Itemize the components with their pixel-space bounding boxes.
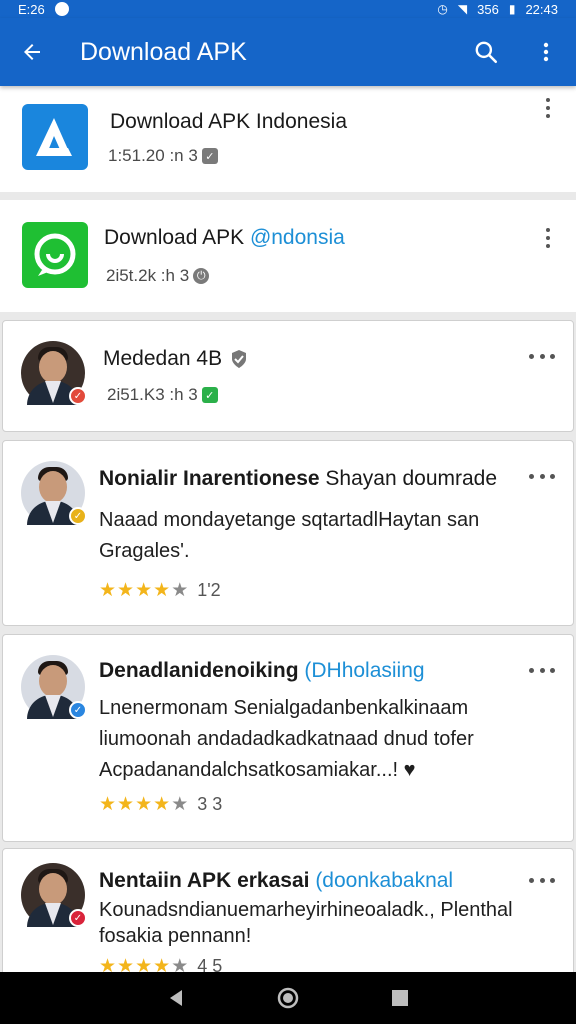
star-icon: ★ — [99, 794, 117, 815]
notification-icon — [54, 2, 69, 16]
app-meta-text: 2i5t.2k :h 3 — [106, 266, 190, 285]
star-icon: ★ — [117, 580, 135, 601]
signal-text: 356 — [477, 1, 499, 17]
review-text: Lnenermonam Senialgadanbenkalkinaam lium… — [99, 697, 474, 781]
review-text: Kounadsndianuemarheyirhineoaladk., Plent… — [99, 899, 513, 947]
status-bar: E:26 ◷ ◥ 356 ▮ 22:43 — [0, 0, 576, 18]
star-icon: ★ — [153, 580, 171, 601]
status-time-right: 22:43 — [525, 1, 558, 17]
more-horiz-button[interactable] — [529, 471, 555, 481]
status-time-left: E:26 — [18, 1, 45, 17]
back-button[interactable] — [0, 18, 64, 86]
chat-app-icon — [22, 222, 88, 288]
profile-card[interactable]: ✓ Mededan 4B 2i51.K3 :h 3 ✓ — [2, 320, 574, 432]
app-meta: 1:51.20 :n 3 ✓ — [108, 146, 218, 166]
more-horiz-button[interactable] — [529, 351, 555, 361]
check-box-icon: ✓ — [201, 148, 218, 164]
rating-count: 3 3 — [197, 794, 223, 814]
verified-badge-icon: ✓ — [69, 701, 87, 719]
verified-badge-icon: ✓ — [69, 909, 87, 927]
star-empty-icon: ★ — [171, 580, 189, 601]
app-title: Download APK @ndonsia — [104, 226, 345, 250]
review-card[interactable]: ✓ Nentaiin APK erkasai (doonkabaknal Kou… — [2, 848, 574, 988]
battery-icon: ▮ — [508, 2, 516, 16]
review-title-main: Nentaiin APK erkasai — [99, 869, 310, 892]
review-title: Nentaiin APK erkasai (doonkabaknal — [99, 869, 453, 893]
triangle-back-icon — [170, 990, 182, 1006]
avatar: ✓ — [21, 655, 87, 719]
star-icon: ★ — [135, 794, 153, 815]
star-icon: ★ — [135, 580, 153, 601]
power-icon: ⏻ — [193, 268, 210, 284]
app-meta-text: 1:51.20 :n 3 — [108, 146, 198, 165]
app-logo-icon — [22, 104, 88, 170]
review-title-main: Nonialir Inarentionese — [99, 467, 320, 490]
rating-count: 1'2 — [197, 580, 221, 600]
nav-home-button[interactable] — [268, 978, 308, 1018]
app-card[interactable]: Download APK @ndonsia 2i5t.2k :h 3 ⏻ — [0, 200, 576, 312]
search-button[interactable] — [456, 18, 516, 86]
avatar: ✓ — [21, 863, 87, 927]
review-title-main: Denadlanidenoiking — [99, 659, 299, 682]
review-title-accent: (doonkabaknal — [309, 869, 454, 892]
review-title: Denadlanidenoiking (DHholasiing — [99, 659, 425, 683]
verified-icon: ✓ — [201, 387, 218, 403]
more-horiz-button[interactable] — [529, 665, 555, 675]
review-title-rest: Shayan doumrade — [319, 467, 498, 490]
circle-home-icon — [277, 987, 299, 1009]
app-title-accent: @ndonsia — [249, 226, 345, 249]
system-nav-bar — [0, 972, 576, 1024]
rating: ★ ★ ★ ★ ★ 3 3 — [99, 793, 222, 816]
star-icon: ★ — [99, 580, 117, 601]
review-title: Nonialir Inarentionese Shayan doumrade — [99, 467, 497, 491]
nav-back-button[interactable] — [156, 978, 196, 1018]
review-card[interactable]: ✓ Denadlanidenoiking (DHholasiing Lnener… — [2, 634, 574, 842]
avatar: ✓ — [21, 341, 87, 405]
overflow-menu-button[interactable] — [516, 18, 576, 86]
nav-recents-button[interactable] — [380, 978, 420, 1018]
more-vert-icon — [543, 42, 549, 62]
review-text: Naaad mondayetange sqtartadlHaytan san G… — [99, 509, 480, 562]
page-title: Download APK — [80, 37, 247, 66]
verified-badge-icon: ✓ — [69, 507, 87, 525]
more-horiz-button[interactable] — [529, 875, 555, 885]
verified-badge-icon: ✓ — [69, 387, 87, 405]
star-icon: ★ — [153, 794, 171, 815]
search-icon — [475, 41, 498, 64]
app-title: Download APK Indonesia — [110, 110, 347, 133]
app-menu-button[interactable] — [536, 226, 560, 250]
app-meta: 2i5t.2k :h 3 ⏻ — [106, 266, 210, 286]
star-icon: ★ — [117, 794, 135, 815]
shield-icon — [232, 350, 247, 368]
profile-meta-text: 2i51.K3 :h 3 — [107, 385, 198, 404]
rating: ★ ★ ★ ★ ★ 1'2 — [99, 579, 221, 602]
app-menu-button[interactable] — [536, 96, 560, 120]
square-recents-icon — [392, 990, 408, 1006]
review-card[interactable]: ✓ Nonialir Inarentionese Shayan doumrade… — [2, 440, 574, 626]
profile-name-text: Mededan 4B — [103, 347, 223, 370]
avatar: ✓ — [21, 461, 87, 525]
profile-meta: 2i51.K3 :h 3 ✓ — [107, 385, 218, 405]
profile-name: Mededan 4B — [103, 347, 248, 371]
review-title-accent: (DHholasiing — [298, 659, 425, 682]
wifi-icon: ◥ — [457, 2, 468, 16]
alarm-icon: ◷ — [437, 2, 448, 16]
star-empty-icon: ★ — [171, 794, 189, 815]
arrow-back-icon — [24, 44, 40, 60]
app-card[interactable]: Download APK Indonesia 1:51.20 :n 3 ✓ — [0, 86, 576, 192]
app-title-main: Download APK — [104, 226, 250, 249]
app-bar: Download APK — [0, 18, 576, 86]
